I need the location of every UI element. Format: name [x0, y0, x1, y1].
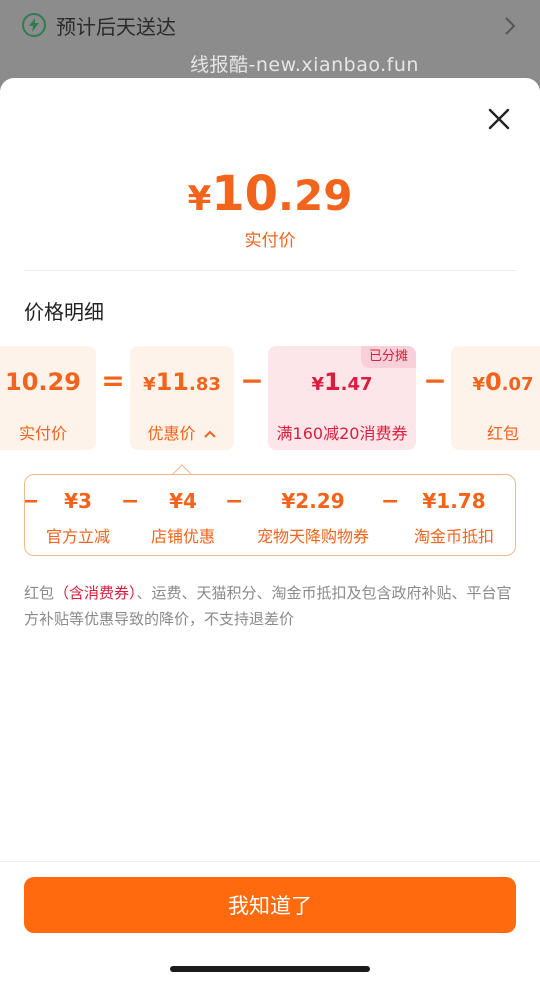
total-dec: .29: [278, 171, 353, 220]
coupon-card: 已分摊 ¥1.47 满160减20消费券: [268, 346, 416, 450]
lightning-icon: [22, 13, 46, 37]
minus-sign: −: [225, 489, 244, 514]
minus-sign: −: [240, 364, 264, 397]
redpacket-amount: ¥0.07: [472, 368, 534, 396]
allocated-badge: 已分摊: [360, 346, 416, 368]
detail-item: ¥1.78 淘金币抵扣: [409, 489, 499, 547]
total-int: 10: [211, 166, 279, 222]
minus-sign: −: [423, 364, 447, 397]
redpacket-card: ¥0.07 红包: [451, 346, 540, 450]
detail-label: 宠物天降购物券: [256, 527, 369, 546]
got-it-button[interactable]: 我知道了: [24, 877, 516, 933]
detail-label: 淘金币抵扣: [413, 527, 494, 546]
paid-amount: 10.29: [5, 368, 81, 396]
chevron-up-icon: [203, 430, 216, 438]
delivery-text: 预计后天送达: [56, 14, 176, 39]
equals-sign: =: [101, 364, 125, 397]
coupon-label: 满160减20消费券: [276, 424, 408, 443]
price-note: 红包（含消费券）、运费、天猫积分、淘金币抵扣及包含政府补贴、平台官方补贴等优惠导…: [24, 580, 516, 632]
paid-card: 10.29 实付价: [0, 346, 96, 450]
home-indicator[interactable]: [170, 966, 370, 972]
detail-value: ¥3: [64, 489, 92, 513]
section-title: 价格明细: [24, 300, 104, 324]
detail-value: ¥2.29: [281, 489, 345, 513]
divider: [0, 861, 540, 862]
coupon-amount: ¥1.47: [311, 368, 373, 396]
discounted-card[interactable]: ¥11.83 优惠价: [130, 346, 234, 450]
paid-label: 实付价: [18, 424, 67, 443]
detail-value: ¥4: [169, 489, 197, 513]
detail-value: ¥1.78: [422, 489, 486, 513]
detail-label: 官方立减: [45, 527, 110, 546]
total-currency: ¥: [187, 179, 212, 219]
detail-item: ¥3 官方立减: [43, 489, 113, 547]
close-button[interactable]: [484, 104, 514, 134]
detail-label: 店铺优惠: [150, 527, 215, 546]
chevron-right-icon: [500, 14, 520, 38]
discount-detail-box[interactable]: − ¥3 官方立减 − ¥4 店铺优惠 − ¥2.29 宠物天降购物券 − ¥1…: [24, 474, 516, 556]
minus-sign: −: [121, 489, 140, 514]
divider: [24, 270, 516, 271]
minus-sign: −: [381, 489, 400, 514]
detail-item: ¥4 店铺优惠: [147, 489, 219, 547]
note-prefix: 红包: [24, 584, 55, 602]
discounted-amount: ¥11.83: [143, 368, 221, 396]
total-price: ¥10.29: [0, 166, 540, 222]
delivery-row[interactable]: 预计后天送达: [22, 10, 176, 40]
price-detail-sheet: ¥10.29 实付价 价格明细 10.29 实付价 = ¥11.83 优惠价 −…: [0, 78, 540, 983]
minus-sign: −: [25, 489, 39, 514]
close-icon: [488, 108, 510, 130]
total-label: 实付价: [244, 231, 296, 251]
discounted-label: 优惠价: [130, 420, 234, 444]
watermark: 线报酷-new.xianbao.fun: [190, 54, 419, 76]
redpacket-label: 红包: [486, 424, 519, 443]
detail-item: ¥2.29 宠物天降购物券: [251, 489, 375, 547]
note-highlight: （含消费券）: [54, 584, 137, 602]
